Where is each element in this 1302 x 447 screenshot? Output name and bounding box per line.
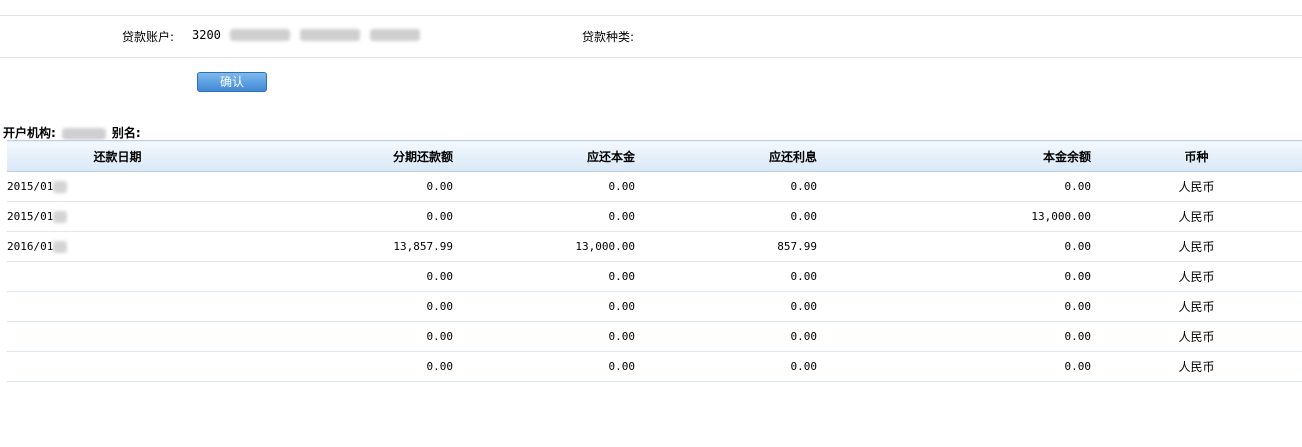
cell-date	[7, 351, 228, 382]
cell-principal: 0.00	[453, 351, 635, 382]
cell-interest: 0.00	[635, 171, 817, 202]
cell-balance: 0.00	[817, 291, 1091, 322]
cell-currency: 人民币	[1091, 291, 1302, 322]
table-row: 0.00 0.00 0.00 0.00 人民币	[7, 261, 1302, 292]
cell-amount: 0.00	[228, 321, 453, 352]
cell-principal: 0.00	[453, 171, 635, 202]
table-row: 0.00 0.00 0.00 0.00 人民币	[7, 291, 1302, 322]
cell-currency: 人民币	[1091, 321, 1302, 352]
redacted-account-part	[230, 29, 290, 41]
cell-balance: 0.00	[817, 351, 1091, 382]
cell-date: 2015/01	[7, 201, 228, 232]
alias-label: 别名:	[111, 126, 141, 140]
table-row: 2015/01 0.00 0.00 0.00 13,000.00 人民币	[7, 201, 1302, 232]
header-principal-balance: 本金余额	[817, 140, 1091, 172]
cell-currency: 人民币	[1091, 231, 1302, 262]
cell-interest: 0.00	[635, 261, 817, 292]
table-row: 0.00 0.00 0.00 0.00 人民币	[7, 351, 1302, 382]
cell-interest: 0.00	[635, 201, 817, 232]
cell-principal: 13,000.00	[453, 231, 635, 262]
redacted-account-part	[300, 29, 360, 41]
cell-date	[7, 261, 228, 292]
org-line: 开户机构: 别名:	[3, 124, 141, 141]
loan-account-value: 3200	[192, 28, 221, 42]
org-label: 开户机构:	[3, 126, 56, 140]
cell-currency: 人民币	[1091, 261, 1302, 292]
header-repay-date: 还款日期	[7, 140, 228, 172]
cell-amount: 0.00	[228, 351, 453, 382]
cell-date: 2016/01	[7, 231, 228, 262]
loan-type-label: 贷款种类:	[582, 30, 635, 44]
table-row: 2016/01 13,857.99 13,000.00 857.99 0.00 …	[7, 231, 1302, 262]
cell-amount: 0.00	[228, 201, 453, 232]
cell-interest: 0.00	[635, 351, 817, 382]
cell-currency: 人民币	[1091, 351, 1302, 382]
table-row: 0.00 0.00 0.00 0.00 人民币	[7, 321, 1302, 352]
cell-date	[7, 321, 228, 352]
header-principal-due: 应还本金	[453, 140, 635, 172]
header-currency: 币种	[1091, 140, 1302, 172]
cell-balance: 13,000.00	[817, 201, 1091, 232]
redacted-account-part	[370, 29, 420, 41]
cell-date: 2015/01	[7, 171, 228, 202]
redacted-date	[53, 241, 68, 253]
cell-amount: 0.00	[228, 291, 453, 322]
header-installment-amount: 分期还款额	[228, 140, 453, 172]
cell-interest: 0.00	[635, 321, 817, 352]
cell-principal: 0.00	[453, 261, 635, 292]
loan-account-label: 贷款账户:	[122, 30, 175, 44]
cell-amount: 0.00	[228, 261, 453, 292]
cell-principal: 0.00	[453, 291, 635, 322]
cell-balance: 0.00	[817, 231, 1091, 262]
repayment-schedule-table: 还款日期 分期还款额 应还本金 应还利息 本金余额 币种 2015/01 0.0…	[7, 140, 1302, 382]
confirm-button[interactable]: 确认	[197, 72, 267, 92]
cell-currency: 人民币	[1091, 171, 1302, 202]
cell-date	[7, 291, 228, 322]
redacted-date	[53, 211, 68, 223]
redacted-org-name	[61, 127, 106, 140]
cell-interest: 857.99	[635, 231, 817, 262]
cell-interest: 0.00	[635, 291, 817, 322]
table-row: 2015/01 0.00 0.00 0.00 0.00 人民币	[7, 171, 1302, 202]
cell-balance: 0.00	[817, 321, 1091, 352]
cell-currency: 人民币	[1091, 201, 1302, 232]
cell-principal: 0.00	[453, 321, 635, 352]
cell-amount: 0.00	[228, 171, 453, 202]
cell-principal: 0.00	[453, 201, 635, 232]
table-header-row: 还款日期 分期还款额 应还本金 应还利息 本金余额 币种	[7, 140, 1302, 172]
cell-amount: 13,857.99	[228, 231, 453, 262]
redacted-date	[53, 181, 68, 193]
cell-balance: 0.00	[817, 171, 1091, 202]
account-row: 贷款账户: 3200 贷款种类:	[0, 15, 1302, 58]
cell-balance: 0.00	[817, 261, 1091, 292]
header-interest-due: 应还利息	[635, 140, 817, 172]
